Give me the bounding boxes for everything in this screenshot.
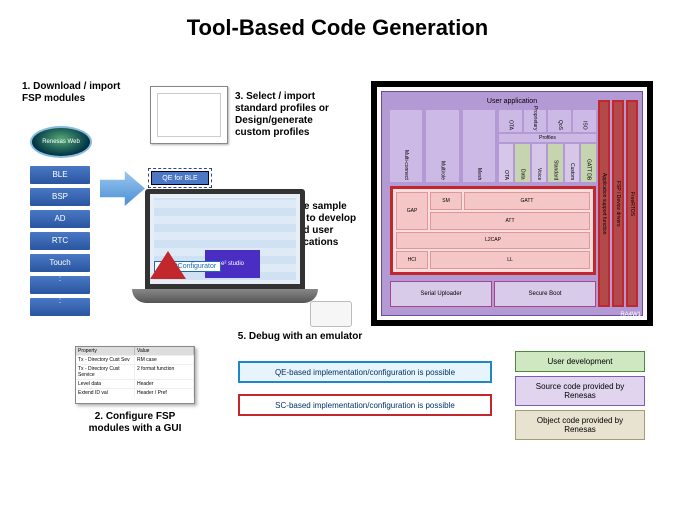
config-table-mock: Property Value Tx - Directory Cust SevRM… xyxy=(75,346,195,404)
fsp-module-more: : xyxy=(30,298,90,316)
arch-block: ISO xyxy=(582,119,588,132)
arch-block: Mesh xyxy=(476,166,482,182)
cfg-cell: Extend ID val xyxy=(76,389,135,397)
arch-block-gatt: GATT xyxy=(464,192,590,210)
ble-stack: GAP SM GATT ATT L2CAP HCI LL xyxy=(390,186,596,275)
cfg-cell: Header / Pref xyxy=(135,389,194,397)
profiles-label: Profiles xyxy=(499,134,596,142)
arch-block: Data xyxy=(520,167,526,182)
legend-source-code: Source code provided by Renesas xyxy=(515,376,645,406)
fsp-module-list: BLE BSP AD RTC Touch : : xyxy=(30,166,90,316)
arch-block-uploader: Serial Uploader xyxy=(390,281,492,307)
web-source-oval: Renesas Web xyxy=(30,126,92,158)
step5-label: 5. Debug with an emulator xyxy=(230,331,370,343)
cfg-cell: Tx - Directory Cust Service xyxy=(76,365,135,379)
qe-label: QE for BLE xyxy=(151,171,209,185)
cfg-cell: Header xyxy=(135,380,194,388)
arch-block: OTA xyxy=(507,118,513,132)
arch-sidebar: FreeRTOS xyxy=(629,192,635,216)
fsp-module: AD xyxy=(30,210,90,228)
arch-block-gap: GAP xyxy=(396,192,428,230)
arch-block-ll: LL xyxy=(430,251,590,269)
fsp-module-more: : xyxy=(30,276,90,294)
cfg-cell: 2 format function xyxy=(135,365,194,379)
page-title: Tool-Based Code Generation xyxy=(0,0,675,51)
laptop-base xyxy=(132,289,318,303)
arch-block: QoS xyxy=(557,118,563,132)
boot-row: Serial Uploader Secure Boot xyxy=(390,281,596,307)
arch-block-sm: SM xyxy=(430,192,462,210)
arch-block: Multi-connect xyxy=(403,148,409,182)
cfg-cell: Tx - Directory Cust Sev xyxy=(76,356,135,364)
step3-label: 3. Select / import standard profiles or … xyxy=(235,91,335,139)
cfg-header: Property xyxy=(76,347,135,355)
sc-pointer-icon xyxy=(150,251,186,279)
diagram-stage: 1. Download / import FSP modules 2. Conf… xyxy=(0,51,675,501)
arch-block-att: ATT xyxy=(430,212,590,230)
legend-user-dev: User development xyxy=(515,351,645,372)
step1-label: 1. Download / import FSP modules xyxy=(22,81,122,105)
arch-block: GATT DB xyxy=(586,157,592,182)
arch-block-l2cap: L2CAP xyxy=(396,232,590,250)
arch-block: Multirole xyxy=(439,159,445,182)
arch-sidebar: Application support function xyxy=(601,173,607,234)
emulator-icon xyxy=(310,301,352,327)
arch-block: Voice xyxy=(536,166,542,182)
cfg-cell: RM case xyxy=(135,356,194,364)
fsp-module: Touch xyxy=(30,254,90,272)
sc-implementation-note: SC-based implementation/configuration is… xyxy=(238,394,492,416)
fsp-module: BSP xyxy=(30,188,90,206)
arch-block: Proprietary xyxy=(532,104,538,132)
side-bars: Application support function FSP / Devic… xyxy=(598,100,638,307)
arch-block-secureboot: Secure Boot xyxy=(494,281,596,307)
import-arrow-icon xyxy=(100,171,145,206)
fsp-module: BLE xyxy=(30,166,90,184)
top-columns: Multi-connect Multirole Mesh OTA Proprie… xyxy=(390,110,596,182)
arch-sidebar: FSP / Device drivers xyxy=(615,181,621,226)
architecture-panel: User application Multi-connect Multirole… xyxy=(371,81,653,326)
chip-label: RA4W1 xyxy=(620,312,641,318)
fsp-module: RTC xyxy=(30,232,90,250)
arch-block: Custom xyxy=(569,161,575,182)
laptop-mock: QE for BLE e² studio SmartConfigurator xyxy=(145,171,325,321)
cfg-cell: Level data xyxy=(76,380,135,388)
legend-object-code: Object code provided by Renesas xyxy=(515,410,645,440)
arch-block: Standard xyxy=(553,158,559,182)
arch-block-hci: HCI xyxy=(396,251,428,269)
qe-implementation-note: QE-based implementation/configuration is… xyxy=(238,361,492,383)
arch-block: OTA xyxy=(503,168,509,182)
profile-window-mock xyxy=(150,86,228,144)
step2-label: 2. Configure FSP modules with a GUI xyxy=(80,411,190,435)
cfg-header: Value xyxy=(135,347,194,355)
legend: User development Source code provided by… xyxy=(515,351,645,440)
